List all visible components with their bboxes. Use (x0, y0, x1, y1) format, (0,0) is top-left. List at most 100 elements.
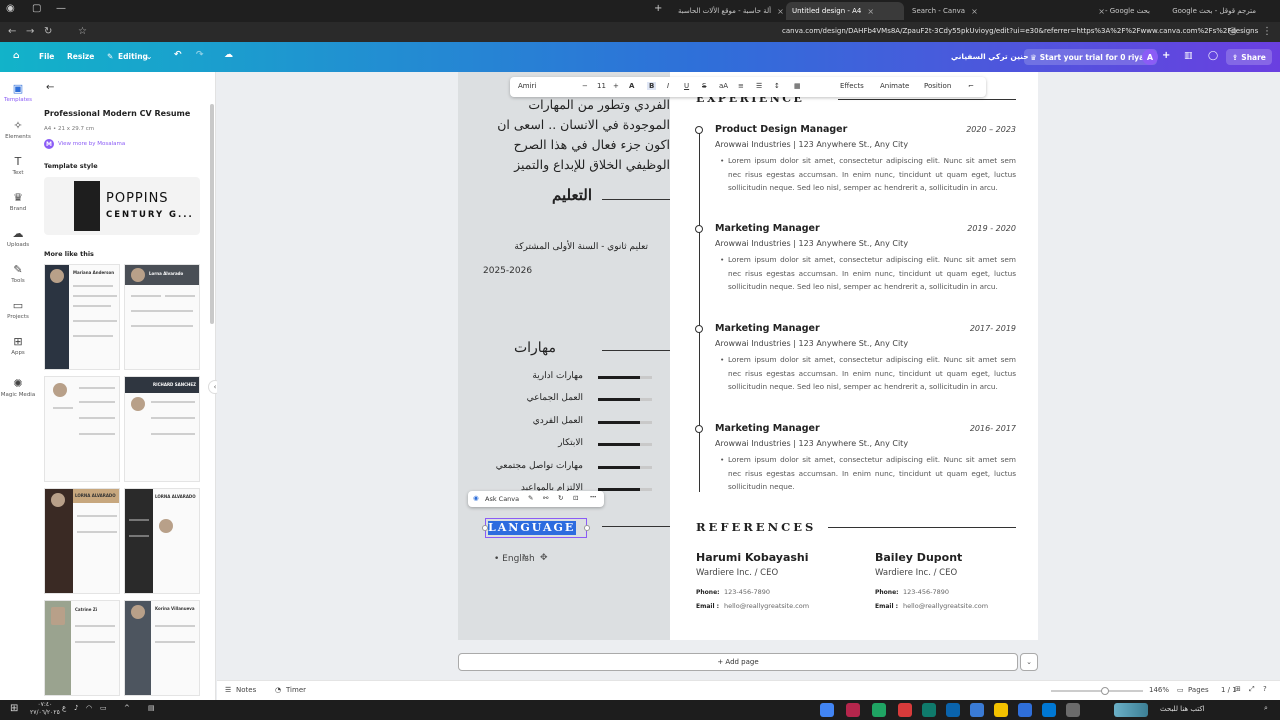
share-button[interactable]: ⇪ Share (1226, 49, 1272, 65)
template-thumbnail[interactable] (44, 376, 120, 482)
job-dates[interactable]: 2016- 2017 (936, 424, 1016, 433)
link-icon[interactable]: ⚯ (543, 494, 548, 502)
rail-uploads[interactable]: ☁ Uploads (0, 227, 36, 248)
redo-icon[interactable]: ↷ (196, 50, 204, 60)
font-size-field[interactable]: 11 (597, 82, 606, 90)
app-taskbar-icon[interactable] (898, 703, 912, 717)
job-dates[interactable]: 2017- 2019 (936, 324, 1016, 333)
job-title[interactable]: Marketing Manager (715, 223, 820, 234)
zoom-slider[interactable] (1051, 687, 1143, 695)
job-title[interactable]: Marketing Manager (715, 423, 820, 434)
close-tab-icon[interactable]: × (971, 7, 978, 16)
job-title[interactable]: Marketing Manager (715, 323, 820, 334)
tab-search-canva[interactable]: Search - Canva × (906, 2, 1018, 20)
explorer-taskbar-icon[interactable] (994, 703, 1008, 717)
pages-button[interactable]: Pages (1188, 686, 1209, 694)
font-family-dropdown[interactable]: Amiri (518, 82, 536, 90)
underline-icon[interactable]: U (684, 82, 689, 90)
lock-icon[interactable]: ⊡ (573, 494, 578, 502)
move-handle-icon[interactable]: ✥ (540, 553, 548, 563)
spacing-icon[interactable]: ↕ (774, 82, 780, 90)
close-tab-icon[interactable]: × (1098, 7, 1105, 16)
task-view-icon[interactable] (1066, 703, 1080, 717)
app-taskbar-icon[interactable] (1018, 703, 1032, 717)
rail-elements[interactable]: ✧ Elements (0, 119, 36, 140)
arabic-intro-line[interactable]: الفردي وتطور من المهارات (528, 97, 670, 112)
chrome-taskbar-icon[interactable] (820, 703, 834, 717)
new-tab-icon[interactable]: + (654, 3, 662, 14)
tab-calculator[interactable]: ألة حاسبة - موقع الألات الحاسبة × (672, 2, 784, 20)
increase-size-icon[interactable]: + (613, 82, 619, 90)
rail-projects[interactable]: ▭ Projects (0, 299, 36, 320)
author-link[interactable]: M View more by Mosalama (44, 139, 125, 149)
rail-apps[interactable]: ⊞ Apps (0, 335, 36, 356)
italic-icon[interactable]: I (667, 82, 669, 90)
skill-name[interactable]: العمل الجماعي (527, 393, 583, 403)
bookmark-star-icon[interactable]: ☆ (78, 26, 87, 37)
rail-tools[interactable]: ✎ Tools (0, 263, 36, 284)
zoom-slider-thumb[interactable] (1101, 687, 1109, 695)
store-taskbar-icon[interactable] (946, 703, 960, 717)
job-company[interactable]: Arowwai Industries | 123 Anywhere St., A… (715, 339, 908, 348)
resize-button[interactable]: Resize (67, 52, 94, 61)
list-icon[interactable]: ☰ (756, 82, 762, 90)
network-icon[interactable]: ◠ (86, 704, 92, 712)
template-thumbnail[interactable]: Korina Villanueva (124, 600, 200, 696)
template-thumbnail[interactable]: LORNA ALVARADO (124, 488, 200, 594)
skill-name[interactable]: الابتكار (558, 438, 583, 448)
education-item[interactable]: تعليم ثانوي - السنة الأولى المشتركة (514, 242, 648, 252)
reference-role[interactable]: Wardiere Inc. / CEO (875, 568, 957, 578)
speaker-icon[interactable]: ♪ (74, 704, 78, 712)
template-style-card[interactable]: POPPINS CENTURY G... (44, 177, 200, 235)
app-taskbar-icon[interactable] (922, 703, 936, 717)
job-description[interactable]: • Lorem ipsum dolor sit amet, consectetu… (720, 154, 1016, 195)
undo-icon[interactable]: ↶ (174, 50, 182, 60)
skills-heading[interactable]: مهارات (514, 340, 556, 356)
reload-icon[interactable]: ↻ (44, 26, 52, 37)
language-heading[interactable]: LANGUAGE (488, 521, 576, 535)
animate-button[interactable]: Animate (880, 82, 909, 90)
letter-case-icon[interactable]: aA (719, 82, 728, 90)
job-dates[interactable]: 2019 - 2020 (936, 224, 1016, 233)
add-page-button[interactable]: + Add page (458, 653, 1018, 671)
rail-brand[interactable]: ♛ Brand (0, 191, 36, 212)
rotate-handle-icon[interactable]: ↻ (522, 553, 529, 562)
language-indicator[interactable]: ع (62, 704, 66, 712)
resize-handle[interactable] (482, 525, 488, 531)
taskbar-search-input[interactable]: اكتب هنا للبحث (1160, 705, 1205, 713)
timer-icon[interactable]: ◔ (275, 686, 281, 694)
tray-chevron-icon[interactable]: ^ (124, 704, 130, 712)
arabic-intro-line[interactable]: الوظيفي الخلاق للإبداع والتميز (514, 157, 670, 172)
job-title[interactable]: Product Design Manager (715, 124, 847, 135)
panel-scrollbar[interactable] (210, 104, 214, 324)
design-owner-name[interactable]: حنين تركي السفياني (951, 52, 1029, 61)
profile-icon[interactable]: ◎ (1228, 26, 1237, 37)
file-menu[interactable]: File (39, 52, 54, 61)
template-thumbnail[interactable]: LORNA ALVARADO (44, 488, 120, 594)
skill-name[interactable]: العمل الفردي (533, 416, 583, 426)
reference-role[interactable]: Wardiere Inc. / CEO (696, 568, 778, 578)
tab-google-translate[interactable]: مترجم قوقل - بحث Google (1158, 2, 1262, 20)
selected-text-box[interactable]: LANGUAGE (482, 518, 590, 538)
clock[interactable]: ٠٧:٤٠ ٢٧/٠٦/٢٠٢٥ (30, 701, 60, 717)
reference-phone[interactable]: 123-456-7890 (724, 588, 770, 596)
back-arrow-icon[interactable]: ← (46, 82, 54, 93)
paint-format-icon[interactable]: ⌐ (968, 82, 974, 90)
reference-name[interactable]: Harumi Kobayashi (696, 551, 809, 564)
minimize-icon[interactable]: — (56, 3, 66, 14)
rail-text[interactable]: T Text (0, 155, 36, 176)
reference-name[interactable]: Bailey Dupont (875, 551, 962, 564)
effects-button[interactable]: Effects (840, 82, 864, 90)
text-color-icon[interactable]: A (629, 82, 634, 90)
template-thumbnail[interactable]: Catrine Zi (44, 600, 120, 696)
window-menu-icon[interactable]: ▢ (32, 3, 41, 14)
rail-templates[interactable]: ▣ Templates (0, 82, 36, 103)
app-taskbar-icon[interactable] (846, 703, 860, 717)
template-thumbnail[interactable]: RICHARD SANCHEZ (124, 376, 200, 482)
references-heading[interactable]: REFERENCES (696, 520, 816, 534)
template-thumbnail[interactable]: Lorna Alvarado (124, 264, 200, 370)
resize-handle[interactable] (584, 525, 590, 531)
notification-icon[interactable]: ▤ (148, 704, 155, 712)
job-dates[interactable]: 2020 – 2023 (936, 125, 1016, 134)
forward-icon[interactable]: → (26, 26, 34, 37)
